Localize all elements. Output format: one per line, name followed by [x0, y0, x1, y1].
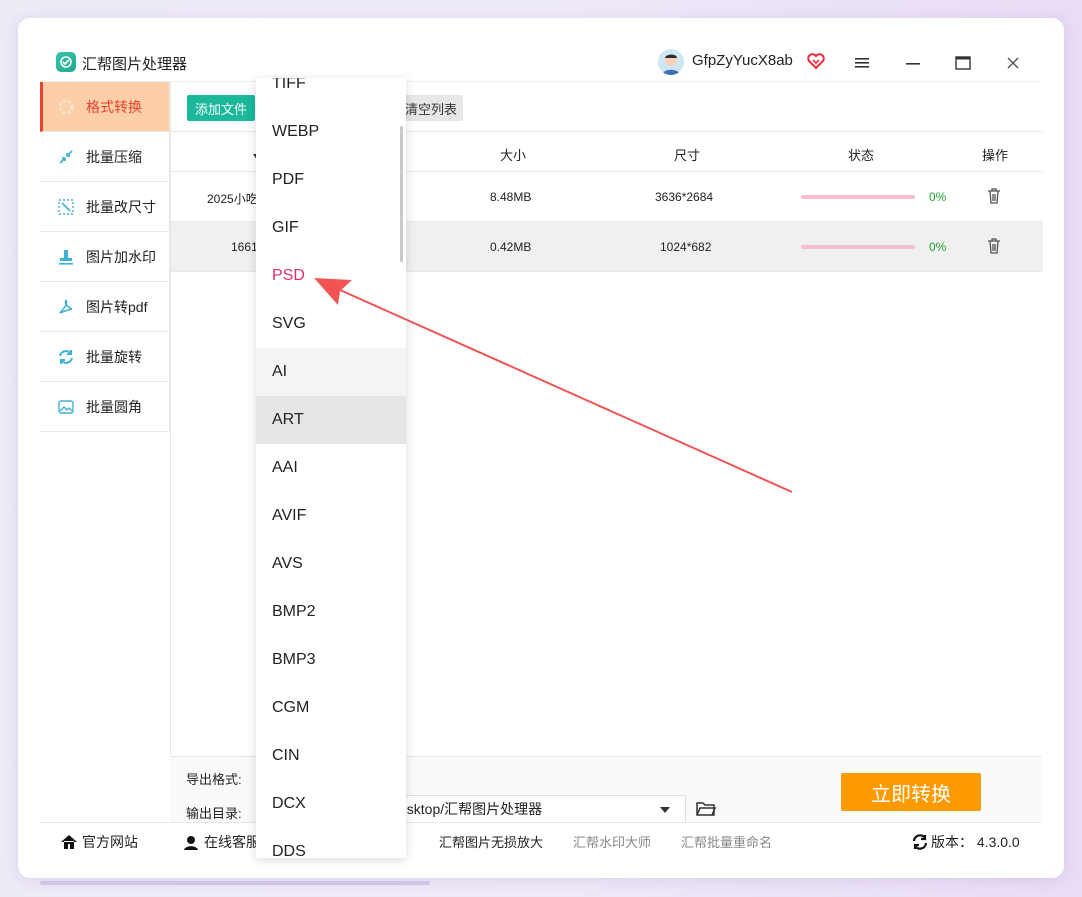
sidebar-item-label: 批量圆角 [86, 398, 142, 415]
format-option[interactable]: AAI [256, 444, 406, 492]
batch-rename-link[interactable]: 汇帮批量重命名 [681, 832, 772, 851]
format-option[interactable]: CIN [256, 732, 406, 780]
file-size: 8.48MB [490, 190, 532, 204]
sidebar-item-compress[interactable]: 批量压缩 [40, 132, 170, 182]
sidebar-item-label: 图片加水印 [86, 248, 156, 265]
sidebar-item-label: 格式转换 [86, 98, 142, 115]
format-option[interactable]: ART [256, 396, 406, 444]
format-option[interactable]: BMP2 [256, 588, 406, 636]
trash-icon[interactable] [987, 238, 1001, 257]
home-icon [61, 835, 77, 849]
stamp-icon [56, 247, 76, 267]
format-option[interactable]: AI [256, 348, 406, 396]
window-shadow-bar [40, 881, 430, 885]
lossless-upscale-link[interactable]: 汇帮图片无损放大 [439, 832, 543, 851]
title-bar: 汇帮图片处理器 GfpZyYucX8ab [40, 44, 1042, 82]
format-option[interactable]: AVS [256, 540, 406, 588]
sidebar-item-resize[interactable]: 批量改尺寸 [40, 182, 170, 232]
format-option[interactable]: BMP3 [256, 636, 406, 684]
gear-icon [56, 97, 76, 117]
menu-icon[interactable] [850, 52, 874, 74]
username[interactable]: GfpZyYucX8ab [692, 52, 793, 69]
convert-now-button[interactable]: 立即转换 [841, 773, 981, 811]
sidebar: 格式转换 批量压缩 批量改尺寸 图片加水印 图片转pdf 批量旋转 批量圆角 [40, 82, 170, 434]
avatar[interactable] [658, 49, 684, 75]
watermark-master-link[interactable]: 汇帮水印大师 [573, 832, 651, 851]
file-dimension: 3636*2684 [655, 190, 714, 204]
app-title: 汇帮图片处理器 [82, 56, 188, 73]
add-file-button[interactable]: 添加文件 [187, 95, 255, 121]
clear-list-button[interactable]: 清空列表 [397, 95, 463, 121]
footer-label: 在线客服 [204, 834, 260, 850]
sidebar-item-label: 批量压缩 [86, 148, 142, 165]
dropdown-scrollbar[interactable] [400, 126, 403, 262]
file-name: 2025小吃 [207, 192, 258, 206]
format-option[interactable]: WEBP [256, 108, 406, 156]
format-option[interactable]: DDS [256, 828, 406, 858]
progress-bar [801, 245, 915, 249]
format-option-selected[interactable]: PSD [256, 252, 406, 300]
official-website-link[interactable]: 官方网站 [60, 832, 138, 852]
file-dimension: 1024*682 [660, 240, 712, 254]
header-action: 操作 [982, 148, 1009, 163]
resize-icon [56, 197, 76, 217]
format-option[interactable]: AVIF [256, 492, 406, 540]
sidebar-item-watermark[interactable]: 图片加水印 [40, 232, 170, 282]
folder-open-icon[interactable] [696, 801, 717, 820]
sidebar-item-rotate[interactable]: 批量旋转 [40, 332, 170, 382]
format-option[interactable]: CGM [256, 684, 406, 732]
sidebar-item-to-pdf[interactable]: 图片转pdf [40, 282, 170, 332]
progress-bar [801, 195, 915, 199]
sidebar-item-format-convert[interactable]: 格式转换 [40, 82, 170, 132]
format-option[interactable]: DCX [256, 780, 406, 828]
format-dropdown[interactable]: TIFF WEBP PDF GIF PSD SVG AI ART AAI AVI… [256, 78, 406, 858]
header-size: 大小 [500, 148, 527, 163]
footer-label: 官方网站 [82, 834, 138, 850]
sidebar-item-label: 批量旋转 [86, 348, 142, 365]
maximize-icon[interactable] [951, 52, 975, 74]
pdf-icon [56, 297, 76, 317]
footer: 官方网站 在线客服 汇帮图片无损放大 汇帮水印大师 汇帮批量重命名 版本： 4.… [40, 822, 1042, 856]
rotate-icon [56, 347, 76, 367]
file-name: 1661 [231, 240, 258, 254]
compress-icon [56, 147, 76, 167]
sidebar-item-label: 图片转pdf [86, 298, 148, 315]
header-status: 状态 [848, 148, 875, 163]
sidebar-item-rounded[interactable]: 批量圆角 [40, 382, 170, 432]
app-logo-icon [56, 52, 76, 72]
image-icon [56, 397, 76, 417]
headset-icon [184, 836, 198, 850]
progress-percent: 0% [929, 240, 947, 254]
close-icon[interactable] [1001, 52, 1025, 74]
app-frame: 汇帮图片处理器 GfpZyYucX8ab 格式转换 批量压缩 批量改尺寸 图片加… [40, 44, 1043, 856]
progress-percent: 0% [929, 190, 947, 204]
refresh-icon [912, 834, 928, 850]
version-label: 版本： 4.3.0.0 [931, 834, 1020, 850]
header-dimension: 尺寸 [674, 148, 701, 163]
export-format-label: 导出格式: [186, 772, 242, 787]
format-option[interactable]: PDF [256, 156, 406, 204]
format-option[interactable]: TIFF [256, 78, 406, 108]
file-size: 0.42MB [490, 240, 532, 254]
sidebar-item-label: 批量改尺寸 [86, 198, 156, 215]
format-option[interactable]: GIF [256, 204, 406, 252]
vip-heart-icon[interactable] [806, 51, 826, 74]
minimize-icon[interactable] [901, 52, 925, 74]
chevron-down-icon[interactable] [660, 807, 670, 813]
trash-icon[interactable] [987, 188, 1001, 207]
version-info[interactable]: 版本： 4.3.0.0 [912, 832, 1020, 852]
output-dir-label: 输出目录: [186, 806, 242, 821]
online-service-link[interactable]: 在线客服 [182, 832, 260, 852]
format-option[interactable]: SVG [256, 300, 406, 348]
